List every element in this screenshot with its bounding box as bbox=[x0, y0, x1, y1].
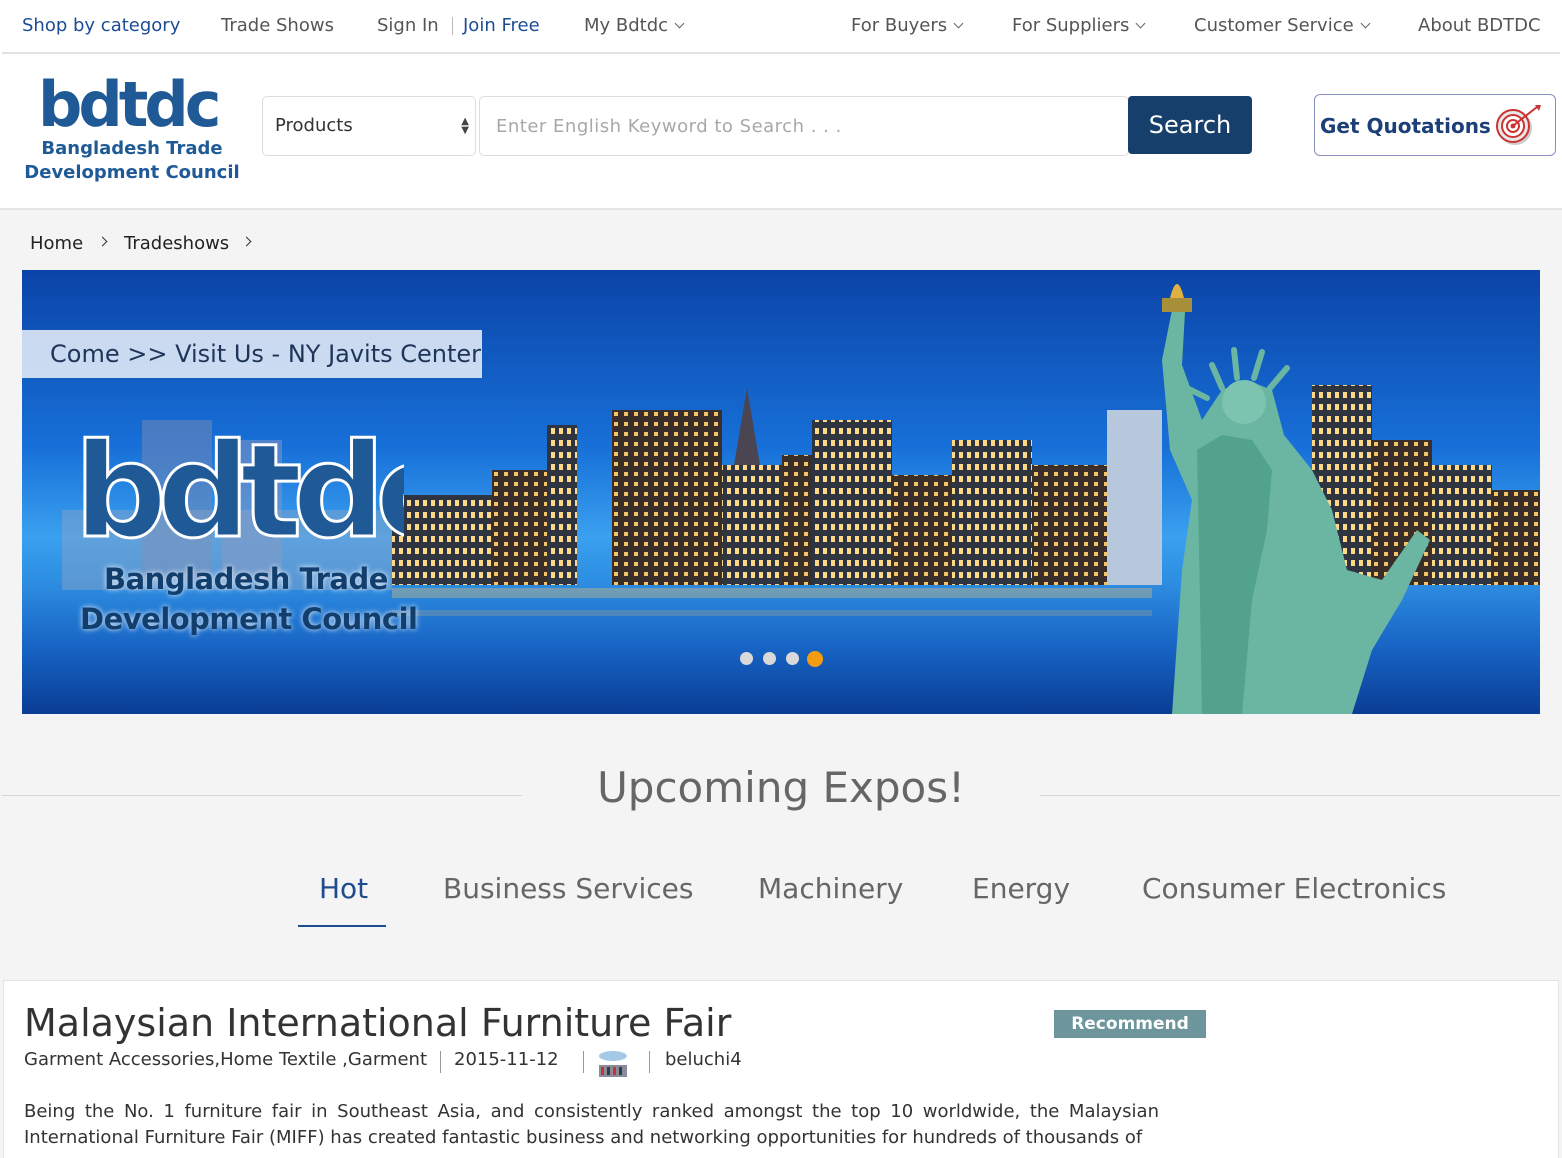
svg-text:bdtdc: bdtdc bbox=[74, 430, 404, 550]
get-quotations-label: Get Quotations bbox=[1320, 114, 1491, 138]
expo-title[interactable]: Malaysian International Furniture Fair bbox=[24, 1001, 731, 1045]
expo-card: Malaysian International Furniture Fair R… bbox=[3, 980, 1559, 1158]
divider bbox=[452, 17, 453, 35]
svg-text:bdtdc: bdtdc bbox=[38, 76, 218, 136]
breadcrumb-home[interactable]: Home bbox=[30, 233, 83, 254]
banner-logo-line-2: Development Council bbox=[80, 602, 418, 636]
chevron-down-icon bbox=[1135, 18, 1146, 29]
shop-by-category-link[interactable]: Shop by category bbox=[22, 15, 180, 36]
section-title: Upcoming Expos! bbox=[597, 763, 965, 812]
recommend-badge: Recommend bbox=[1054, 1010, 1206, 1038]
logo-line-2: Development Council bbox=[24, 162, 240, 183]
customer-service-menu[interactable]: Customer Service bbox=[1194, 15, 1371, 36]
divider bbox=[2, 795, 522, 796]
customer-service-label: Customer Service bbox=[1194, 15, 1354, 36]
hero-banner[interactable]: Come >> Visit Us - NY Javits Center bdtd… bbox=[22, 270, 1540, 714]
chevron-down-icon bbox=[1360, 18, 1371, 29]
top-navigation: Shop by category Trade Shows Sign In Joi… bbox=[0, 0, 1562, 54]
search-input[interactable] bbox=[479, 96, 1129, 156]
tab-machinery[interactable]: Machinery bbox=[758, 872, 903, 905]
target-icon bbox=[1496, 105, 1541, 145]
for-suppliers-menu[interactable]: For Suppliers bbox=[1012, 15, 1146, 36]
tab-hot[interactable]: Hot bbox=[319, 872, 368, 905]
tab-energy[interactable]: Energy bbox=[972, 872, 1070, 905]
divider bbox=[440, 1051, 441, 1073]
banner-tagline: Come >> Visit Us - NY Javits Center bbox=[50, 340, 482, 368]
tab-business-services[interactable]: Business Services bbox=[443, 872, 693, 905]
chevron-down-icon bbox=[674, 18, 685, 29]
site-logo[interactable]: bdtdc Bangladesh Trade Development Counc… bbox=[22, 76, 242, 186]
divider bbox=[583, 1051, 584, 1073]
trade-shows-link[interactable]: Trade Shows bbox=[221, 15, 334, 36]
my-bdtdc-menu[interactable]: My Bdtdc bbox=[584, 15, 685, 36]
my-bdtdc-label: My Bdtdc bbox=[584, 15, 669, 36]
sign-in-link[interactable]: Sign In bbox=[377, 15, 439, 36]
join-free-link[interactable]: Join Free bbox=[463, 15, 540, 36]
active-tab-indicator bbox=[298, 925, 386, 927]
expo-thumbnail-image[interactable] bbox=[596, 1049, 630, 1079]
select-arrows-icon: ▲ ▼ bbox=[461, 116, 469, 136]
chevron-right-icon bbox=[97, 236, 108, 247]
logo-line-1: Bangladesh Trade bbox=[41, 138, 223, 159]
carousel-dot-1[interactable] bbox=[740, 652, 753, 665]
site-header: bdtdc Bangladesh Trade Development Counc… bbox=[0, 54, 1562, 210]
chevron-right-icon bbox=[241, 236, 252, 247]
chevron-down-icon bbox=[953, 18, 964, 29]
carousel-dot-4[interactable] bbox=[807, 651, 823, 667]
for-buyers-label: For Buyers bbox=[851, 15, 948, 36]
bdtdc-logo-mark: bdtdc bbox=[38, 76, 222, 136]
banner-logo-mark: bdtdc bbox=[74, 430, 404, 550]
divider bbox=[649, 1051, 650, 1073]
about-link[interactable]: About BDTDC bbox=[1418, 15, 1541, 36]
for-buyers-menu[interactable]: For Buyers bbox=[851, 15, 964, 36]
tab-consumer-electronics[interactable]: Consumer Electronics bbox=[1142, 872, 1446, 905]
breadcrumb-tradeshows[interactable]: Tradeshows bbox=[124, 233, 229, 254]
expo-categories: Garment Accessories,Home Textile ,Garmen… bbox=[24, 1049, 428, 1070]
banner-logo-line-1: Bangladesh Trade bbox=[104, 562, 388, 596]
carousel-dot-2[interactable] bbox=[763, 652, 776, 665]
for-suppliers-label: For Suppliers bbox=[1012, 15, 1130, 36]
divider bbox=[1040, 795, 1560, 796]
product-type-value: Products bbox=[275, 115, 353, 136]
carousel-dot-3[interactable] bbox=[786, 652, 799, 665]
product-type-select[interactable]: Products ▲ ▼ bbox=[262, 96, 476, 156]
expo-description: Being the No. 1 furniture fair in Southe… bbox=[24, 1101, 1159, 1148]
expo-user[interactable]: beluchi4 bbox=[665, 1049, 742, 1070]
expo-date: 2015-11-12 bbox=[454, 1049, 559, 1070]
search-button[interactable]: Search bbox=[1128, 96, 1252, 154]
get-quotations-button[interactable]: Get Quotations bbox=[1314, 94, 1556, 156]
